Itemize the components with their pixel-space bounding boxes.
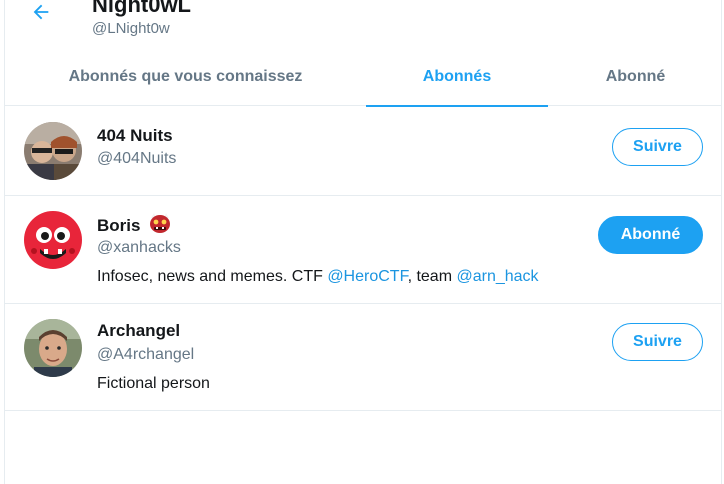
profile-handle: @LNight0w (92, 20, 170, 37)
followers-panel: Night0wL @LNight0w Abonnés que vous conn… (4, 0, 722, 484)
arrow-left-icon (33, 4, 49, 20)
bio-mention-link[interactable]: @HeroCTF (327, 268, 407, 285)
bio-text: , team (407, 268, 457, 285)
page: Night0wL @LNight0w Abonnés que vous conn… (0, 0, 724, 484)
user-name: Boris (97, 213, 171, 237)
bio-text: Infosec, news and memes. CTF (97, 268, 328, 285)
user-row[interactable]: Archangel @A4rchangel Fictional person S… (5, 304, 721, 411)
follow-button[interactable]: Suivre (612, 128, 703, 166)
user-handle: @xanhacks (97, 239, 181, 256)
user-row[interactable]: Boris @xanhacks Infosec, news and memes.… (5, 196, 721, 304)
user-row[interactable]: 404 Nuits @404Nuits Suivre (5, 107, 721, 196)
avatar[interactable] (24, 211, 82, 269)
profile-name: Night0wL (92, 0, 191, 17)
avatar[interactable] (24, 319, 82, 377)
following-button[interactable]: Abonné (598, 216, 703, 254)
follow-button[interactable]: Suivre (612, 323, 703, 361)
user-name: Archangel (97, 321, 181, 340)
tab-following[interactable]: Abonné (548, 48, 723, 106)
user-bio: Fictional person (97, 375, 210, 392)
user-name: 404 Nuits (97, 126, 173, 145)
avatar[interactable] (24, 122, 82, 180)
user-handle: @404Nuits (97, 150, 177, 167)
bio-mention-link[interactable]: @arn_hack (456, 268, 538, 285)
tab-followers[interactable]: Abonnés (366, 48, 548, 107)
back-button[interactable] (25, 0, 57, 28)
user-name-text: Boris (97, 216, 141, 235)
user-bio: Infosec, news and memes. CTF @HeroCTF, t… (97, 267, 539, 287)
user-handle: @A4rchangel (97, 346, 195, 363)
follow-tabs: Abonnés que vous connaissez Abonnés Abon… (5, 48, 723, 107)
ogre-emoji-icon (150, 213, 171, 233)
profile-header: Night0wL @LNight0w (5, 0, 721, 48)
tab-followers-you-know[interactable]: Abonnés que vous connaissez (5, 48, 366, 106)
